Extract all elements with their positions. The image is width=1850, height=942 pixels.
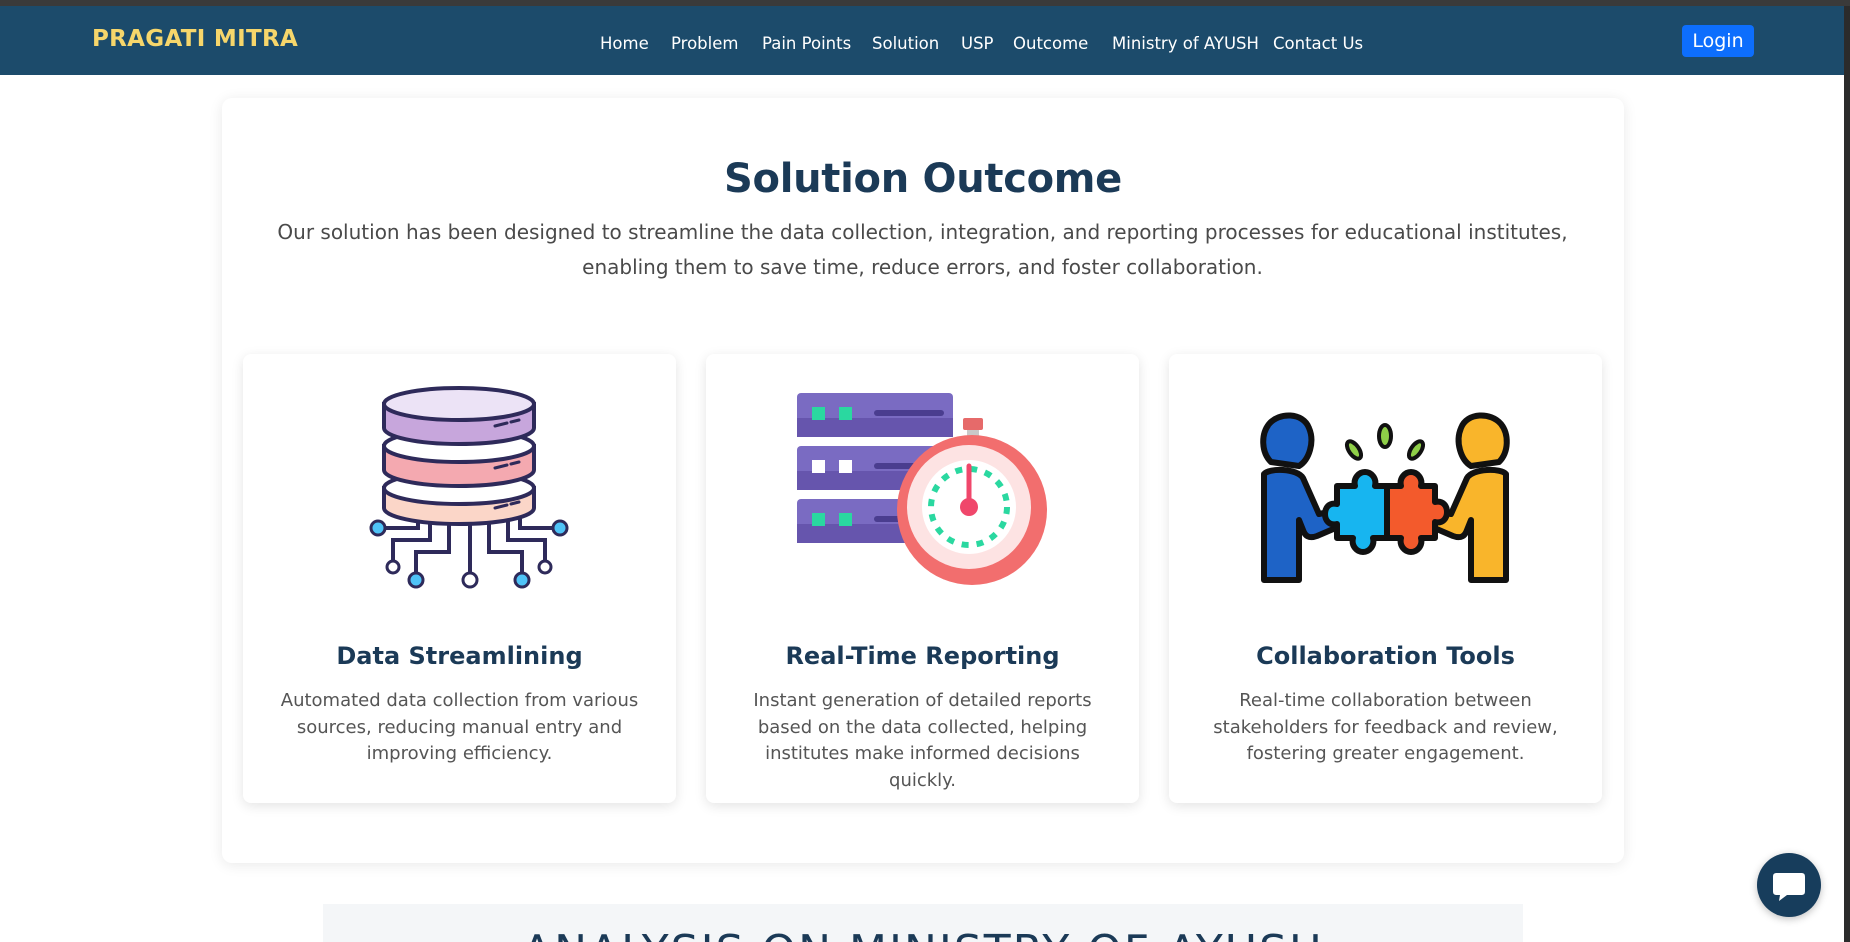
chat-bubble-icon — [1773, 873, 1805, 901]
card-title: Collaboration Tools — [1256, 642, 1515, 670]
page-scrollbar[interactable] — [1844, 6, 1850, 942]
card-real-time-reporting: Real-Time Reporting Instant generation o… — [706, 354, 1139, 803]
nav-solution[interactable]: Solution — [872, 34, 939, 53]
card-title: Data Streamlining — [336, 642, 583, 670]
ministry-analysis-section: ANALYSIS ON MINISTRY OF AYUSH — [323, 904, 1523, 942]
nav-ministry-of-ayush[interactable]: Ministry of AYUSH — [1112, 34, 1259, 53]
chat-button[interactable] — [1757, 853, 1821, 917]
card-data-streamlining: Data Streamlining Automated data collect… — [243, 354, 676, 803]
ministry-analysis-title: ANALYSIS ON MINISTRY OF AYUSH — [323, 926, 1523, 942]
section-title: Solution Outcome — [724, 156, 1122, 202]
navbar: PRAGATI MITRA Home Problem Pain Points S… — [0, 6, 1850, 75]
nav-usp[interactable]: USP — [961, 34, 994, 53]
login-button[interactable]: Login — [1682, 25, 1754, 57]
nav-pain-points[interactable]: Pain Points — [762, 34, 851, 53]
card-title: Real-Time Reporting — [785, 642, 1060, 670]
card-description: Real-time collaboration between stakehol… — [1213, 690, 1558, 764]
server-stopwatch-icon — [706, 374, 1139, 604]
nav-contact-us[interactable]: Contact Us — [1273, 34, 1363, 53]
card-collaboration-tools: Collaboration Tools Real-time collaborat… — [1169, 354, 1602, 803]
card-description: Instant generation of detailed reports b… — [753, 690, 1092, 791]
collaboration-puzzle-icon — [1169, 374, 1602, 604]
nav-outcome[interactable]: Outcome — [1013, 34, 1088, 53]
database-icon — [243, 374, 676, 604]
nav-home[interactable]: Home — [600, 34, 649, 53]
nav-problem[interactable]: Problem — [671, 34, 738, 53]
section-subtitle: Our solution has been designed to stream… — [277, 220, 1568, 279]
card-description: Automated data collection from various s… — [280, 690, 639, 764]
main-nav: Home Problem Pain Points Solution USP Ou… — [0, 6, 1850, 75]
